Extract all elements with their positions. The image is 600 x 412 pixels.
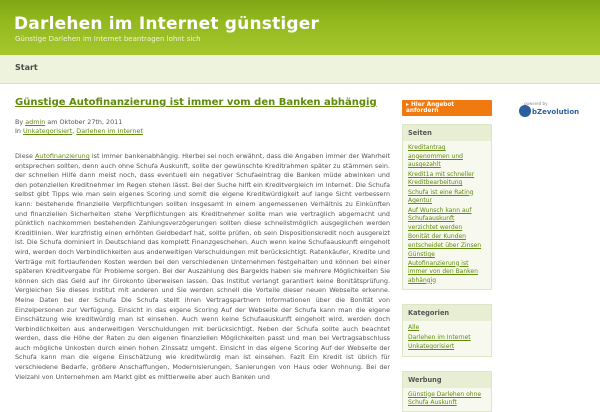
page-link[interactable]: Bonität der Kunden entscheidet über Zins… bbox=[408, 233, 486, 250]
category-item[interactable]: Alle bbox=[408, 324, 486, 333]
author-link[interactable]: admin bbox=[25, 118, 45, 126]
site-header: Darlehen im Internet günstiger Günstige … bbox=[0, 0, 600, 55]
body-text: ist immer bankenabhängig. Hierbei sei no… bbox=[15, 152, 390, 381]
in-prefix: In bbox=[15, 127, 21, 135]
page-link[interactable]: Günstige Autofinanzierung ist immer von … bbox=[408, 251, 486, 285]
category-link[interactable]: Unkategorisiert bbox=[23, 127, 72, 135]
page-link[interactable]: Kredit1a mit schneller Kreditbearbeitung bbox=[408, 171, 486, 188]
post-title[interactable]: Günstige Autofinanzierung ist immer vom … bbox=[15, 97, 390, 108]
main-content: Günstige Autofinanzierung ist immer vom … bbox=[15, 97, 390, 382]
post-body: Diese Autofinanzierung ist immer bankena… bbox=[15, 152, 390, 382]
page-link[interactable]: Kreditantrag angenommen und ausgezahlt bbox=[408, 144, 486, 170]
post-date: am Oktober 27th, 2011 bbox=[47, 118, 123, 126]
by-prefix: By bbox=[15, 118, 24, 126]
widget-title: Seiten bbox=[403, 125, 491, 141]
widget-pages: Seiten Kreditantrag angenommen und ausge… bbox=[402, 124, 492, 290]
nav-start[interactable]: Start bbox=[15, 63, 38, 72]
badge-label: bZevolution bbox=[532, 108, 580, 116]
post-meta: By admin am Oktober 27th, 2011 In Unkate… bbox=[15, 118, 143, 135]
sidebar: ▸ Hier Angebot anfordern Seiten Kreditan… bbox=[402, 97, 492, 412]
category-link[interactable]: Darlehen im Internet bbox=[76, 127, 143, 135]
category-item[interactable]: Unkategorisiert bbox=[408, 343, 486, 352]
bzevolution-logo-icon bbox=[519, 105, 531, 117]
site-tagline: Günstige Darlehen im Internet beantragen… bbox=[15, 35, 201, 43]
body-first-word: Diese bbox=[15, 152, 33, 160]
widget-categories: Kategorien Alle Darlehen im Internet Unk… bbox=[402, 304, 492, 357]
widget-title: Kategorien bbox=[403, 305, 491, 321]
page-link[interactable]: Schufa ist eine Rating Agentur bbox=[408, 189, 486, 206]
main-nav: Start bbox=[0, 55, 600, 84]
category-item[interactable]: Darlehen im Internet bbox=[408, 334, 486, 343]
widget-ads: Werbung Günstige Darlehen ohne Schufa Au… bbox=[402, 370, 492, 412]
ad-link[interactable]: Günstige Darlehen ohne Schufa Auskunft bbox=[408, 391, 486, 408]
ad-button[interactable]: ▸ Hier Angebot anfordern bbox=[402, 100, 492, 116]
page-link[interactable]: Auf Wunsch kann auf Schufaauskunft verzi… bbox=[408, 207, 486, 233]
widget-title: Werbung bbox=[403, 371, 491, 388]
body-link[interactable]: Autofinanzierung bbox=[35, 152, 90, 160]
bzevolution-badge[interactable]: powered by bZevolution bbox=[515, 101, 580, 121]
ad-button-label: Hier Angebot anfordern bbox=[406, 102, 455, 114]
site-title[interactable]: Darlehen im Internet günstiger bbox=[14, 14, 319, 34]
